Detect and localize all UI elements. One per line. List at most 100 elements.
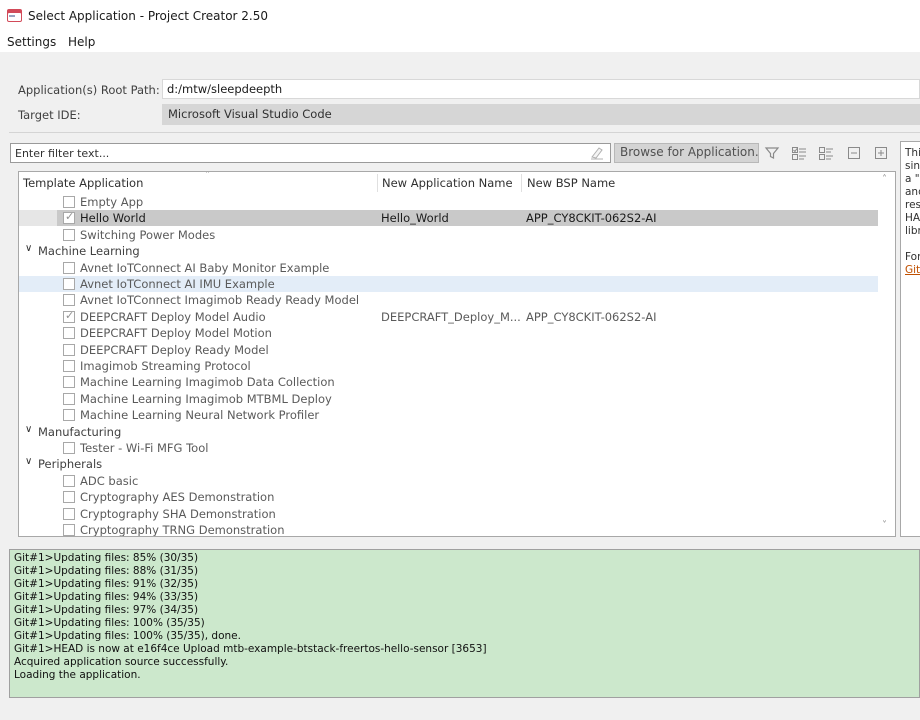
title-bar: Select Application - Project Creator 2.5… bbox=[0, 0, 920, 32]
new-application-name-cell[interactable]: DEEPCRAFT_Deploy_M... bbox=[381, 310, 521, 324]
chevron-down-icon[interactable]: ∨ bbox=[25, 424, 32, 435]
root-path-field[interactable]: d:/mtw/sleepdeepth bbox=[162, 79, 920, 99]
checkbox[interactable] bbox=[63, 360, 75, 372]
tree-category-row[interactable]: ∨ Peripherals bbox=[19, 456, 879, 472]
description-line: libr bbox=[905, 225, 920, 237]
checkbox[interactable] bbox=[63, 409, 75, 422]
checkbox-checked[interactable] bbox=[63, 309, 75, 323]
checkbox[interactable] bbox=[63, 196, 75, 208]
description-panel: Thi sin a " and res HA libr For Git bbox=[900, 141, 920, 537]
checkbox[interactable] bbox=[63, 474, 75, 487]
checkbox[interactable] bbox=[63, 442, 75, 454]
tree-app-row[interactable]: Avnet IoTConnect AI Baby Monitor Example bbox=[19, 260, 879, 276]
expand-all-icon[interactable] bbox=[873, 145, 889, 161]
application-label: Hello World bbox=[80, 211, 146, 226]
column-header-new-application-name[interactable]: New Application Name bbox=[382, 176, 513, 190]
log-line: Git#1>HEAD is now at e16f4ce Upload mtb-… bbox=[14, 643, 487, 655]
tree-category-row[interactable]: ∨ Machine Learning bbox=[19, 243, 879, 259]
checkbox[interactable] bbox=[63, 294, 75, 307]
description-link[interactable]: Git bbox=[905, 264, 920, 276]
tree-app-row[interactable]: Cryptography SHA Demonstration bbox=[19, 506, 879, 522]
tree-app-row[interactable]: ADC basic bbox=[19, 473, 879, 489]
checkbox[interactable] bbox=[63, 491, 75, 504]
separator bbox=[9, 132, 920, 133]
template-application-tree: Template Application ˄ New Application N… bbox=[18, 171, 896, 537]
log-output-panel[interactable]: Git#1>Updating files: 85% (30/35) Git#1>… bbox=[9, 549, 920, 698]
log-line: Git#1>Updating files: 100% (35/35), done… bbox=[14, 630, 241, 642]
application-label: DEEPCRAFT Deploy Model Motion bbox=[80, 326, 272, 341]
log-line: Git#1>Updating files: 88% (31/35) bbox=[14, 565, 199, 577]
tree-category-row[interactable]: ∨ Manufacturing bbox=[19, 424, 879, 440]
scroll-down-icon[interactable]: ˅ bbox=[882, 520, 887, 531]
collapse-all-icon[interactable] bbox=[846, 145, 862, 161]
menu-bar: Settings Help bbox=[0, 32, 920, 52]
chevron-down-icon[interactable]: ∨ bbox=[25, 456, 32, 467]
application-label: Machine Learning Imagimob Data Collectio… bbox=[80, 375, 335, 390]
app-icon bbox=[7, 9, 22, 22]
log-line: Git#1>Updating files: 100% (35/35) bbox=[14, 617, 205, 629]
tree-app-row[interactable]: Machine Learning Neural Network Profiler bbox=[19, 407, 879, 423]
tree-app-row[interactable]: DEEPCRAFT Deploy Ready Model bbox=[19, 342, 879, 358]
browse-for-application-button[interactable]: Browse for Application... bbox=[614, 143, 759, 163]
application-label: DEEPCRAFT Deploy Model Audio bbox=[80, 309, 266, 324]
description-line: For bbox=[905, 251, 920, 263]
application-label: Avnet IoTConnect AI Baby Monitor Example bbox=[80, 260, 330, 275]
column-header-new-bsp-name[interactable]: New BSP Name bbox=[527, 176, 615, 190]
window-title: Select Application - Project Creator 2.5… bbox=[28, 9, 269, 23]
category-label: Machine Learning bbox=[38, 244, 140, 259]
tree-app-row[interactable]: Cryptography TRNG Demonstration bbox=[19, 522, 879, 536]
application-label: Imagimob Streaming Protocol bbox=[80, 359, 251, 373]
tree-app-row[interactable]: DEEPCRAFT Deploy Model Motion bbox=[19, 325, 879, 341]
application-label: Cryptography AES Demonstration bbox=[80, 490, 275, 505]
application-label: DEEPCRAFT Deploy Ready Model bbox=[80, 342, 269, 357]
tree-app-row[interactable]: Machine Learning Imagimob Data Collectio… bbox=[19, 374, 879, 390]
tree-app-row[interactable]: Empty App bbox=[19, 194, 879, 210]
collapse-checked-icon[interactable] bbox=[818, 145, 834, 161]
application-label: Avnet IoTConnect Imagimob Ready Ready Mo… bbox=[80, 293, 360, 308]
expand-checked-icon[interactable] bbox=[791, 145, 807, 161]
filter-input[interactable] bbox=[11, 144, 581, 162]
clear-filter-icon[interactable] bbox=[589, 146, 605, 160]
column-divider[interactable] bbox=[377, 174, 378, 192]
root-path-label: Application(s) Root Path: bbox=[18, 83, 160, 97]
description-line: HA bbox=[905, 212, 920, 224]
description-line: Thi bbox=[905, 147, 920, 159]
log-line: Acquired application source successfully… bbox=[14, 656, 229, 668]
scroll-up-icon[interactable]: ˄ bbox=[882, 174, 887, 185]
description-line: sin bbox=[905, 160, 920, 172]
new-bsp-name-cell[interactable]: APP_CY8CKIT-062S2-AI bbox=[526, 310, 656, 324]
menu-settings[interactable]: Settings bbox=[7, 35, 56, 49]
chevron-down-icon[interactable]: ∨ bbox=[25, 243, 32, 254]
checkbox[interactable] bbox=[63, 507, 75, 520]
tree-app-row[interactable]: Avnet IoTConnect AI IMU Example bbox=[19, 276, 879, 292]
filter-icon[interactable] bbox=[764, 145, 780, 161]
application-label: Avnet IoTConnect AI IMU Example bbox=[80, 277, 275, 291]
checkbox[interactable] bbox=[63, 228, 75, 241]
column-divider[interactable] bbox=[521, 174, 522, 192]
checkbox[interactable] bbox=[63, 343, 75, 356]
target-ide-field[interactable]: Microsoft Visual Studio Code bbox=[162, 104, 920, 125]
new-application-name-cell[interactable]: Hello_World bbox=[381, 211, 449, 225]
checkbox[interactable] bbox=[63, 392, 75, 405]
selection-highlight bbox=[57, 210, 879, 227]
vertical-scrollbar[interactable]: ˄ ˅ bbox=[878, 172, 895, 536]
tree-app-row[interactable]: Imagimob Streaming Protocol bbox=[19, 358, 879, 374]
checkbox[interactable] bbox=[63, 524, 75, 536]
menu-help[interactable]: Help bbox=[68, 35, 95, 49]
tree-app-row[interactable]: DEEPCRAFT Deploy Model Audio DEEPCRAFT_De… bbox=[19, 309, 879, 325]
tree-app-row[interactable]: Machine Learning Imagimob MTBML Deploy bbox=[19, 391, 879, 407]
tree-app-row[interactable]: Hello World Hello_World APP_CY8CKIT-062S2-… bbox=[19, 210, 879, 227]
checkbox[interactable] bbox=[63, 327, 75, 340]
checkbox[interactable] bbox=[63, 376, 75, 389]
checkbox[interactable] bbox=[63, 261, 75, 274]
tree-app-row[interactable]: Tester - Wi-Fi MFG Tool bbox=[19, 440, 879, 456]
column-header-template-application[interactable]: Template Application bbox=[23, 176, 143, 190]
tree-app-row[interactable]: Avnet IoTConnect Imagimob Ready Ready Mo… bbox=[19, 292, 879, 308]
tree-app-row[interactable]: Switching Power Modes bbox=[19, 227, 879, 243]
checkbox-checked[interactable] bbox=[63, 210, 75, 225]
checkbox[interactable] bbox=[63, 278, 75, 290]
new-bsp-name-cell[interactable]: APP_CY8CKIT-062S2-AI bbox=[526, 211, 656, 225]
description-line: and bbox=[905, 186, 920, 198]
log-line: Git#1>Updating files: 85% (30/35) bbox=[14, 552, 199, 564]
tree-app-row[interactable]: Cryptography AES Demonstration bbox=[19, 489, 879, 505]
